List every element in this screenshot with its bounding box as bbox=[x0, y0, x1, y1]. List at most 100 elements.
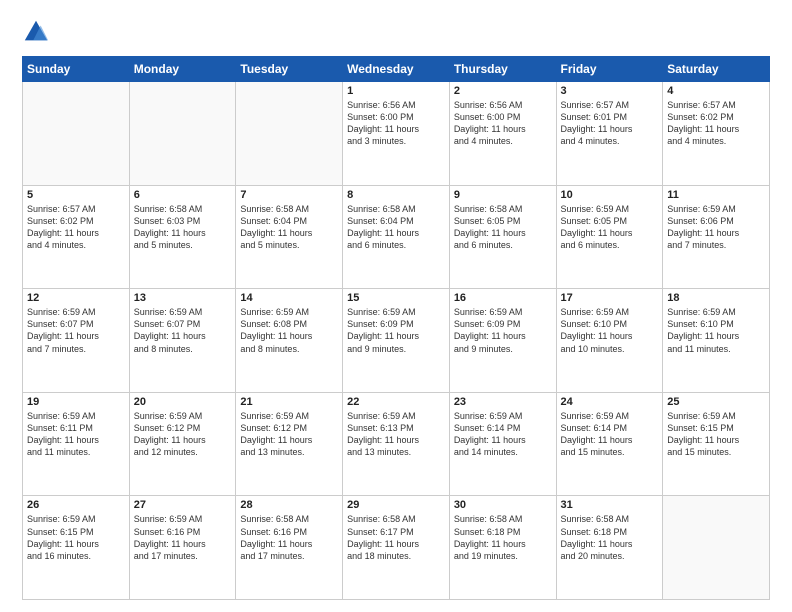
calendar-header: SundayMondayTuesdayWednesdayThursdayFrid… bbox=[23, 57, 770, 82]
day-number: 31 bbox=[561, 499, 659, 511]
day-info: Sunrise: 6:59 AMSunset: 6:16 PMDaylight:… bbox=[134, 513, 232, 562]
day-number: 29 bbox=[347, 499, 445, 511]
day-info: Sunrise: 6:59 AMSunset: 6:08 PMDaylight:… bbox=[240, 306, 338, 355]
day-info: Sunrise: 6:57 AMSunset: 6:02 PMDaylight:… bbox=[27, 203, 125, 252]
calendar-cell bbox=[236, 82, 343, 186]
day-info: Sunrise: 6:59 AMSunset: 6:07 PMDaylight:… bbox=[134, 306, 232, 355]
calendar-cell: 31 Sunrise: 6:58 AMSunset: 6:18 PMDayligh… bbox=[556, 496, 663, 600]
day-number: 23 bbox=[454, 396, 552, 408]
calendar-cell: 3 Sunrise: 6:57 AMSunset: 6:01 PMDaylight… bbox=[556, 82, 663, 186]
day-info: Sunrise: 6:58 AMSunset: 6:03 PMDaylight:… bbox=[134, 203, 232, 252]
calendar-cell: 14 Sunrise: 6:59 AMSunset: 6:08 PMDayligh… bbox=[236, 289, 343, 393]
day-number: 13 bbox=[134, 292, 232, 304]
week-row-3: 12 Sunrise: 6:59 AMSunset: 6:07 PMDayligh… bbox=[23, 289, 770, 393]
calendar-cell bbox=[129, 82, 236, 186]
calendar-body: 1 Sunrise: 6:56 AMSunset: 6:00 PMDaylight… bbox=[23, 82, 770, 600]
calendar-cell: 10 Sunrise: 6:59 AMSunset: 6:05 PMDayligh… bbox=[556, 185, 663, 289]
calendar-cell: 4 Sunrise: 6:57 AMSunset: 6:02 PMDaylight… bbox=[663, 82, 770, 186]
day-number: 26 bbox=[27, 499, 125, 511]
day-info: Sunrise: 6:59 AMSunset: 6:15 PMDaylight:… bbox=[27, 513, 125, 562]
header bbox=[22, 18, 770, 46]
calendar-cell: 5Sunrise: 6:57 AMSunset: 6:02 PMDaylight… bbox=[23, 185, 130, 289]
logo-icon bbox=[22, 18, 50, 46]
day-header-sunday: Sunday bbox=[23, 57, 130, 82]
calendar-cell: 16Sunrise: 6:59 AMSunset: 6:09 PMDayligh… bbox=[449, 289, 556, 393]
calendar-cell: 21 Sunrise: 6:59 AMSunset: 6:12 PMDayligh… bbox=[236, 392, 343, 496]
day-info: Sunrise: 6:59 AMSunset: 6:10 PMDaylight:… bbox=[561, 306, 659, 355]
day-header-tuesday: Tuesday bbox=[236, 57, 343, 82]
day-info: Sunrise: 6:59 AMSunset: 6:06 PMDaylight:… bbox=[667, 203, 765, 252]
day-number: 14 bbox=[240, 292, 338, 304]
day-number: 8 bbox=[347, 189, 445, 201]
day-info: Sunrise: 6:59 AMSunset: 6:10 PMDaylight:… bbox=[667, 306, 765, 355]
day-number: 9 bbox=[454, 189, 552, 201]
day-info: Sunrise: 6:57 AMSunset: 6:01 PMDaylight:… bbox=[561, 99, 659, 148]
day-number: 12 bbox=[27, 292, 125, 304]
calendar-cell: 1 Sunrise: 6:56 AMSunset: 6:00 PMDaylight… bbox=[343, 82, 450, 186]
day-number: 17 bbox=[561, 292, 659, 304]
day-number: 7 bbox=[240, 189, 338, 201]
day-info: Sunrise: 6:59 AMSunset: 6:09 PMDaylight:… bbox=[347, 306, 445, 355]
day-info: Sunrise: 6:57 AMSunset: 6:02 PMDaylight:… bbox=[667, 99, 765, 148]
day-header-monday: Monday bbox=[129, 57, 236, 82]
calendar-cell: 23Sunrise: 6:59 AMSunset: 6:14 PMDayligh… bbox=[449, 392, 556, 496]
week-row-2: 5Sunrise: 6:57 AMSunset: 6:02 PMDaylight… bbox=[23, 185, 770, 289]
calendar-cell bbox=[663, 496, 770, 600]
calendar-cell: 7 Sunrise: 6:58 AMSunset: 6:04 PMDaylight… bbox=[236, 185, 343, 289]
calendar-table: SundayMondayTuesdayWednesdayThursdayFrid… bbox=[22, 56, 770, 600]
calendar-cell: 2Sunrise: 6:56 AMSunset: 6:00 PMDaylight… bbox=[449, 82, 556, 186]
calendar-cell: 25Sunrise: 6:59 AMSunset: 6:15 PMDayligh… bbox=[663, 392, 770, 496]
page: SundayMondayTuesdayWednesdayThursdayFrid… bbox=[0, 0, 792, 612]
day-number: 11 bbox=[667, 189, 765, 201]
day-info: Sunrise: 6:59 AMSunset: 6:14 PMDaylight:… bbox=[561, 410, 659, 459]
calendar-cell: 6 Sunrise: 6:58 AMSunset: 6:03 PMDaylight… bbox=[129, 185, 236, 289]
calendar-cell: 13 Sunrise: 6:59 AMSunset: 6:07 PMDayligh… bbox=[129, 289, 236, 393]
day-info: Sunrise: 6:59 AMSunset: 6:12 PMDaylight:… bbox=[240, 410, 338, 459]
day-number: 22 bbox=[347, 396, 445, 408]
week-row-4: 19 Sunrise: 6:59 AMSunset: 6:11 PMDayligh… bbox=[23, 392, 770, 496]
day-number: 19 bbox=[27, 396, 125, 408]
day-number: 10 bbox=[561, 189, 659, 201]
day-info: Sunrise: 6:59 AMSunset: 6:05 PMDaylight:… bbox=[561, 203, 659, 252]
calendar-cell: 11 Sunrise: 6:59 AMSunset: 6:06 PMDayligh… bbox=[663, 185, 770, 289]
day-number: 21 bbox=[240, 396, 338, 408]
day-info: Sunrise: 6:58 AMSunset: 6:04 PMDaylight:… bbox=[347, 203, 445, 252]
day-info: Sunrise: 6:58 AMSunset: 6:18 PMDaylight:… bbox=[454, 513, 552, 562]
day-info: Sunrise: 6:56 AMSunset: 6:00 PMDaylight:… bbox=[454, 99, 552, 148]
day-header-friday: Friday bbox=[556, 57, 663, 82]
calendar-cell: 17 Sunrise: 6:59 AMSunset: 6:10 PMDayligh… bbox=[556, 289, 663, 393]
day-number: 27 bbox=[134, 499, 232, 511]
day-header-thursday: Thursday bbox=[449, 57, 556, 82]
calendar-cell: 28Sunrise: 6:58 AMSunset: 6:16 PMDayligh… bbox=[236, 496, 343, 600]
day-number: 16 bbox=[454, 292, 552, 304]
calendar-cell: 27 Sunrise: 6:59 AMSunset: 6:16 PMDayligh… bbox=[129, 496, 236, 600]
calendar-cell: 29 Sunrise: 6:58 AMSunset: 6:17 PMDayligh… bbox=[343, 496, 450, 600]
day-number: 20 bbox=[134, 396, 232, 408]
day-info: Sunrise: 6:56 AMSunset: 6:00 PMDaylight:… bbox=[347, 99, 445, 148]
day-info: Sunrise: 6:58 AMSunset: 6:17 PMDaylight:… bbox=[347, 513, 445, 562]
day-number: 30 bbox=[454, 499, 552, 511]
calendar-cell: 24Sunrise: 6:59 AMSunset: 6:14 PMDayligh… bbox=[556, 392, 663, 496]
day-info: Sunrise: 6:58 AMSunset: 6:04 PMDaylight:… bbox=[240, 203, 338, 252]
day-number: 1 bbox=[347, 85, 445, 97]
calendar-cell: 20 Sunrise: 6:59 AMSunset: 6:12 PMDayligh… bbox=[129, 392, 236, 496]
calendar-cell: 9Sunrise: 6:58 AMSunset: 6:05 PMDaylight… bbox=[449, 185, 556, 289]
day-number: 3 bbox=[561, 85, 659, 97]
calendar-cell: 26 Sunrise: 6:59 AMSunset: 6:15 PMDayligh… bbox=[23, 496, 130, 600]
day-info: Sunrise: 6:59 AMSunset: 6:07 PMDaylight:… bbox=[27, 306, 125, 355]
day-number: 6 bbox=[134, 189, 232, 201]
day-header-wednesday: Wednesday bbox=[343, 57, 450, 82]
day-info: Sunrise: 6:59 AMSunset: 6:11 PMDaylight:… bbox=[27, 410, 125, 459]
day-info: Sunrise: 6:59 AMSunset: 6:12 PMDaylight:… bbox=[134, 410, 232, 459]
day-number: 4 bbox=[667, 85, 765, 97]
logo bbox=[22, 18, 53, 46]
day-header-row: SundayMondayTuesdayWednesdayThursdayFrid… bbox=[23, 57, 770, 82]
day-header-saturday: Saturday bbox=[663, 57, 770, 82]
day-info: Sunrise: 6:58 AMSunset: 6:18 PMDaylight:… bbox=[561, 513, 659, 562]
day-info: Sunrise: 6:58 AMSunset: 6:16 PMDaylight:… bbox=[240, 513, 338, 562]
day-number: 18 bbox=[667, 292, 765, 304]
calendar-cell bbox=[23, 82, 130, 186]
day-number: 25 bbox=[667, 396, 765, 408]
calendar-cell: 15 Sunrise: 6:59 AMSunset: 6:09 PMDayligh… bbox=[343, 289, 450, 393]
day-number: 15 bbox=[347, 292, 445, 304]
